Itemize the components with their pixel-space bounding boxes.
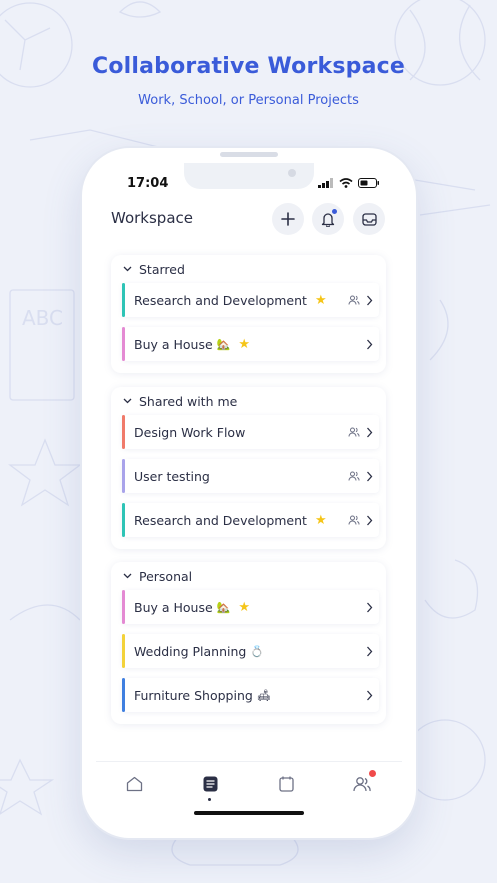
notifications-button[interactable] xyxy=(312,203,344,235)
color-bar xyxy=(122,415,125,449)
section-title: Shared with me xyxy=(139,393,238,409)
item-actions xyxy=(366,327,373,361)
tab-calendar[interactable] xyxy=(276,774,296,794)
list-item[interactable]: Furniture Shopping 🛋 xyxy=(122,678,379,712)
shared-users-icon xyxy=(348,515,360,525)
phone-screen: 17:04 Workspace Starred Research and Dev… xyxy=(96,163,402,825)
color-bar xyxy=(122,590,125,624)
camera xyxy=(288,169,296,177)
section-header[interactable]: Personal xyxy=(111,562,386,590)
chevron-right-icon xyxy=(366,515,373,526)
plus-icon xyxy=(281,212,295,226)
item-label: Buy a House xyxy=(134,336,213,352)
item-label: Wedding Planning xyxy=(134,643,247,659)
item-emoji: 💍 xyxy=(250,644,265,658)
inbox-button[interactable] xyxy=(353,203,385,235)
chevron-right-icon xyxy=(366,339,373,350)
shared-users-icon xyxy=(348,471,360,481)
shared-users-icon xyxy=(348,295,360,305)
star-icon: ★ xyxy=(314,512,327,528)
color-bar xyxy=(122,327,125,361)
item-label: Buy a House xyxy=(134,599,213,615)
page-title: Workspace xyxy=(111,209,193,227)
list-item[interactable]: Research and Development ★ xyxy=(122,283,379,317)
item-label: Research and Development xyxy=(134,512,307,528)
item-emoji: 🏡 xyxy=(216,337,231,351)
color-bar xyxy=(122,678,125,712)
shared-users-icon xyxy=(348,427,360,437)
status-icons xyxy=(318,178,380,188)
star-icon: ★ xyxy=(238,336,251,352)
home-icon xyxy=(126,776,142,792)
item-actions xyxy=(366,590,373,624)
section-0: Starred Research and Development ★ Buy a Ho… xyxy=(111,255,386,373)
people-icon xyxy=(353,777,371,792)
home-indicator xyxy=(194,811,304,815)
item-label: Design Work Flow xyxy=(134,424,246,440)
color-bar xyxy=(122,459,125,493)
section-2: Personal Buy a House 🏡 ★ Wedding Planning 💍 Fu… xyxy=(111,562,386,724)
tab-people[interactable] xyxy=(352,770,376,794)
item-actions xyxy=(348,459,373,493)
notification-dot xyxy=(332,209,337,214)
section-title: Starred xyxy=(139,261,185,277)
tab-list[interactable] xyxy=(200,774,220,794)
section-header[interactable]: Shared with me xyxy=(111,387,386,415)
item-actions xyxy=(366,634,373,668)
list-icon xyxy=(203,776,217,792)
chevron-down-icon xyxy=(123,266,132,272)
list-item[interactable]: Buy a House 🏡 ★ xyxy=(122,327,379,361)
item-actions xyxy=(366,678,373,712)
list-item[interactable]: Design Work Flow xyxy=(122,415,379,449)
inbox-icon xyxy=(361,212,377,226)
section-header[interactable]: Starred xyxy=(111,255,386,283)
wifi-icon xyxy=(339,178,353,188)
chevron-down-icon xyxy=(123,573,132,579)
item-label: User testing xyxy=(134,468,210,484)
list-item[interactable]: Wedding Planning 💍 xyxy=(122,634,379,668)
chevron-right-icon xyxy=(366,295,373,306)
people-badge xyxy=(369,770,376,777)
add-button[interactable] xyxy=(272,203,304,235)
notch xyxy=(184,163,314,189)
color-bar xyxy=(122,503,125,537)
calendar-icon xyxy=(278,776,294,792)
phone-speaker xyxy=(220,152,278,157)
chevron-right-icon xyxy=(366,690,373,701)
chevron-right-icon xyxy=(366,427,373,438)
promo-title: Collaborative Workspace xyxy=(91,54,406,79)
section-title: Personal xyxy=(139,568,193,584)
item-label: Research and Development xyxy=(134,292,307,308)
signal-icon xyxy=(318,178,333,188)
item-emoji: 🏡 xyxy=(216,600,231,614)
item-emoji: 🛋 xyxy=(256,688,271,702)
star-icon: ★ xyxy=(314,292,327,308)
color-bar xyxy=(122,283,125,317)
active-tab-indicator xyxy=(208,798,211,801)
star-icon: ★ xyxy=(238,599,251,615)
chevron-down-icon xyxy=(123,398,132,404)
list-item[interactable]: User testing xyxy=(122,459,379,493)
chevron-right-icon xyxy=(366,602,373,613)
item-actions xyxy=(348,503,373,537)
chevron-right-icon xyxy=(366,471,373,482)
svg-text:ABC: ABC xyxy=(22,306,63,330)
color-bar xyxy=(122,634,125,668)
chevron-right-icon xyxy=(366,646,373,657)
list-item[interactable]: Buy a House 🏡 ★ xyxy=(122,590,379,624)
item-actions xyxy=(348,415,373,449)
list-item[interactable]: Research and Development ★ xyxy=(122,503,379,537)
section-1: Shared with me Design Work Flow User testi… xyxy=(111,387,386,549)
tab-bar xyxy=(96,761,402,825)
status-time: 17:04 xyxy=(127,176,169,191)
item-label: Furniture Shopping xyxy=(134,687,253,703)
tab-home[interactable] xyxy=(124,774,144,794)
promo-subtitle: Work, School, or Personal Projects xyxy=(138,93,359,108)
item-actions xyxy=(348,283,373,317)
battery-icon xyxy=(358,178,379,188)
